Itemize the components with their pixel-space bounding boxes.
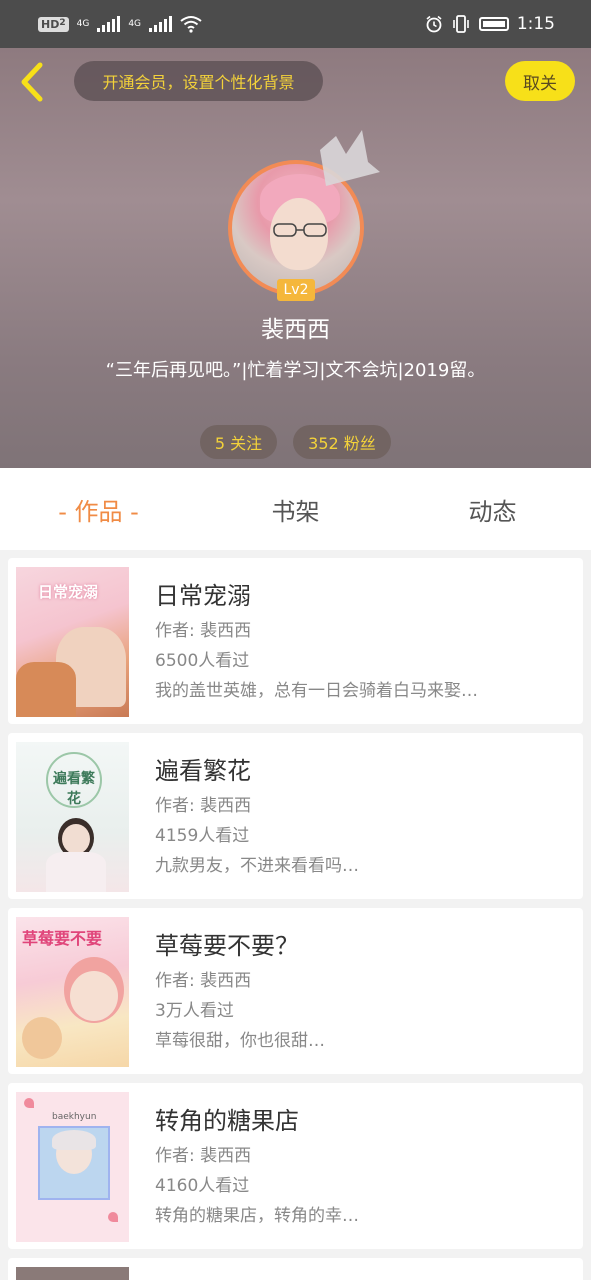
work-cover[interactable]: [16, 1267, 129, 1280]
work-views: 3万人看过: [155, 1001, 234, 1021]
work-title[interactable]: 转角的糖果店: [155, 1101, 570, 1141]
network-type-2: 4G: [128, 19, 142, 29]
work-card[interactable]: 草莓要不要 草莓要不要？ 作者: 裴西西 3万人看过 草莓很甜，你也很甜…: [8, 908, 583, 1074]
work-views: 6500人看过: [155, 651, 250, 671]
work-title[interactable]: 遍看繁花: [155, 751, 570, 791]
work-author: 作者: 裴西西: [155, 621, 252, 641]
status-right: 1:15: [425, 14, 555, 34]
work-info: 日常宠溺 作者: 裴西西 6500人看过 我的盖世英雄，总有一日会骑着白马来娶…: [155, 576, 570, 706]
work-author: 作者: 裴西西: [155, 1146, 252, 1166]
cover-text: baekhyun: [52, 1112, 97, 1122]
cover-text: 日常宠溺: [38, 583, 99, 601]
tab-activity[interactable]: 动态: [394, 492, 591, 527]
alarm-icon: [426, 15, 442, 33]
work-card[interactable]: baekhyun 转角的糖果店 作者: 裴西西 4160人看过 转角的糖果店，转…: [8, 1083, 583, 1249]
profile-header: HD2 4G 4G 1:15 开通会员，设置个性化背景 取关 Lv2 裴西西 “…: [0, 0, 591, 468]
signal-icon: [149, 16, 173, 32]
vibrate-icon: [453, 15, 469, 33]
cover-text: 草莓要不要: [22, 929, 103, 948]
user-bio: “三年后再见吧。”|忙着学习|文不会坑|2019留。: [105, 360, 486, 381]
cover-text: 遍看繁花: [53, 771, 95, 807]
work-author: 作者: 裴西西: [155, 971, 252, 991]
tab-bookshelf[interactable]: 书架: [197, 492, 394, 527]
work-card[interactable]: 日常宠溺 日常宠溺 作者: 裴西西 6500人看过 我的盖世英雄，总有一日会骑着…: [8, 558, 583, 724]
work-card[interactable]: [8, 1258, 583, 1280]
work-views: 4160人看过: [155, 1176, 250, 1196]
work-views: 4159人看过: [155, 826, 250, 846]
username: 裴西西: [261, 317, 330, 343]
work-cover[interactable]: 草莓要不要: [16, 917, 129, 1067]
wifi-icon: [180, 16, 202, 33]
work-card[interactable]: 遍看繁花 遍看繁花 作者: 裴西西 4159人看过 九款男友，不进来看看吗…: [8, 733, 583, 899]
work-info: 转角的糖果店 作者: 裴西西 4160人看过 转角的糖果店，转角的幸…: [155, 1101, 570, 1231]
work-title[interactable]: 日常宠溺: [155, 576, 570, 616]
tab-works[interactable]: - 作品 -: [0, 492, 197, 527]
status-time: 1:15: [516, 14, 555, 34]
work-cover[interactable]: 遍看繁花: [16, 742, 129, 892]
work-cover[interactable]: baekhyun: [16, 1092, 129, 1242]
signal-icon: [97, 16, 121, 32]
network-type-1: 4G: [76, 19, 90, 29]
status-left: HD2 4G 4G: [38, 15, 202, 33]
profile-tabs: - 作品 - 书架 动态: [0, 468, 591, 550]
work-description: 转角的糖果店，转角的幸…: [155, 1206, 359, 1226]
work-info: 遍看繁花 作者: 裴西西 4159人看过 九款男友，不进来看看吗…: [155, 751, 570, 881]
vip-background-prompt[interactable]: 开通会员，设置个性化背景: [74, 61, 323, 101]
work-description: 九款男友，不进来看看吗…: [155, 856, 359, 876]
followers-count[interactable]: 352 粉丝: [293, 425, 391, 459]
work-cover[interactable]: 日常宠溺: [16, 567, 129, 717]
back-button[interactable]: [14, 62, 50, 102]
crown-icon: [320, 130, 380, 186]
battery-icon: [478, 17, 509, 31]
status-bar: HD2 4G 4G 1:15: [0, 0, 591, 48]
unfollow-button[interactable]: 取关: [505, 61, 575, 101]
chevron-left-icon: [21, 62, 43, 102]
following-count[interactable]: 5 关注: [200, 425, 277, 459]
work-title[interactable]: 草莓要不要？: [155, 926, 570, 966]
work-description: 草莓很甜，你也很甜…: [155, 1031, 325, 1051]
level-badge: Lv2: [277, 279, 315, 301]
work-author: 作者: 裴西西: [155, 796, 252, 816]
hd-badge: HD2: [38, 16, 69, 32]
work-info: 草莓要不要？ 作者: 裴西西 3万人看过 草莓很甜，你也很甜…: [155, 926, 570, 1056]
work-description: 我的盖世英雄，总有一日会骑着白马来娶…: [155, 681, 478, 701]
